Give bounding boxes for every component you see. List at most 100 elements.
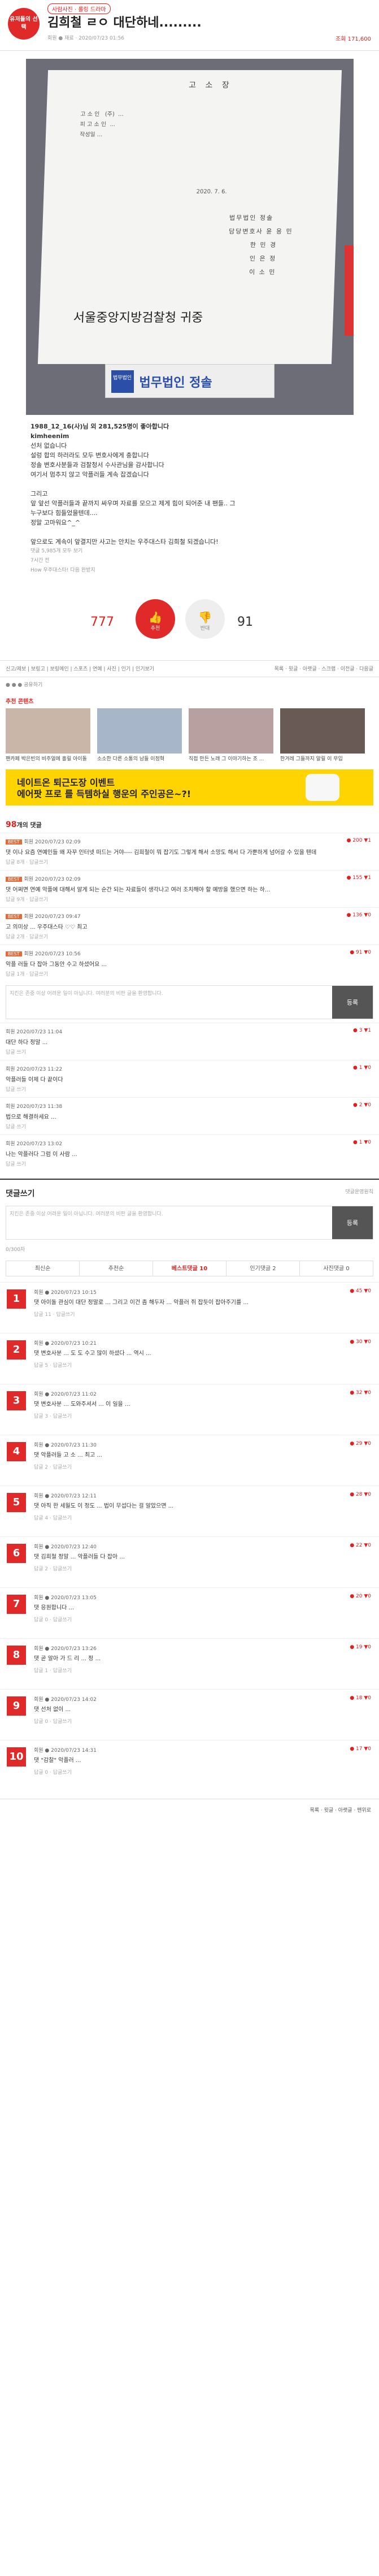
reply-link[interactable]: 답글 2 · 답글쓰기	[34, 1565, 373, 1572]
recommend-title: 추천 콘텐츠	[6, 699, 34, 705]
best-badge: BEST	[6, 951, 22, 956]
post-toolbar: 신고/제보 | 보링고 | 보링메인 | 스포츠 | 연예 | 사진 | 인기 …	[0, 660, 379, 677]
best-badge: BEST	[6, 839, 22, 845]
tab-photo[interactable]: 사진댓글 0	[300, 1261, 373, 1276]
author-name[interactable]: kimheenim	[31, 431, 348, 441]
recommend-caption: 팬카페 박은빈의 비주얼에 홀릴 아이돌	[6, 756, 87, 762]
comment-author: 회원 2020/07/23 10:56	[24, 951, 81, 957]
comments-title: 98개의 댓글	[0, 812, 379, 833]
comment-votes[interactable]: ● 45 ▼0	[350, 1288, 371, 1294]
reply-link[interactable]: 답글 5 · 답글쓰기	[34, 1361, 373, 1369]
doc-body: 고 소 인 (주) ... 피 고 소 인 ... 작성일 ...	[79, 111, 124, 138]
view-count: 조회 171,600	[336, 36, 371, 42]
write-rules-link[interactable]: 댓글운영원칙	[345, 1188, 373, 1195]
tab-popular[interactable]: 인기댓글 2	[226, 1261, 300, 1276]
comment-author: 회원 2020/07/23 09:47	[24, 914, 81, 920]
ranked-comment: 10 회원 ● 2020/07/23 14:31 댓 "감찰" 악플러 ... 답글 …	[0, 1740, 379, 1791]
comment-author: 회원 2020/07/23 02:09	[24, 877, 81, 882]
comment-votes[interactable]: ● 200 ▼1	[347, 838, 371, 843]
comment-author: 회원 ● 2020/07/23 11:02	[34, 1392, 97, 1397]
comment-text: 댓 응원합니다 ...	[34, 1605, 75, 1611]
recommend-item[interactable]: 소소한 다른 소통의 남들 이정혁	[97, 708, 182, 763]
reply-link[interactable]: 답글 쓰기	[6, 1085, 373, 1093]
red-binder	[344, 245, 354, 336]
comment-text: 대단 하다 정말 ...	[6, 1040, 48, 1046]
rank-number: 4	[7, 1442, 26, 1461]
comment-votes[interactable]: ● 155 ▼1	[347, 875, 371, 881]
comment-text: 댓 악플러들 고 소 ... 최고 ...	[34, 1452, 102, 1458]
ranked-comment: 3 회원 ● 2020/07/23 11:02 댓 변호사분 ... 도와주셔서 .…	[0, 1384, 379, 1435]
recommend-caption: 한겨레 그들까지 알릴 이 무입	[280, 756, 343, 762]
reply-link[interactable]: 답글 4 · 답글쓰기	[34, 1514, 373, 1521]
toolbar-left[interactable]: 신고/제보 | 보링고 | 보링메인 | 스포츠 | 연예 | 사진 | 인기 …	[6, 661, 154, 677]
comment-submit-button[interactable]: 등록	[332, 1206, 373, 1239]
reply-link[interactable]: 답글 0 · 답글쓰기	[34, 1768, 373, 1776]
comment-votes[interactable]: ● 28 ▼0	[350, 1492, 371, 1497]
upvote-label: 추천	[150, 626, 160, 631]
comment-votes[interactable]: ● 18 ▼0	[350, 1695, 371, 1701]
comment-votes[interactable]: ● 17 ▼0	[350, 1746, 371, 1752]
comment-votes[interactable]: ● 1 ▼0	[353, 1065, 371, 1071]
body-para	[31, 527, 348, 537]
reply-link[interactable]: 답글 11 · 답글쓰기	[34, 1310, 373, 1318]
post-photo: 고 소 장 고 소 인 (주) ... 피 고 소 인 ... 작성일 ... …	[25, 59, 354, 415]
comment-votes[interactable]: ● 22 ▼0	[350, 1543, 371, 1548]
comment-votes[interactable]: ● 30 ▼0	[350, 1339, 371, 1345]
comment-author: 회원 ● 2020/07/23 10:21	[34, 1341, 97, 1347]
recommend-item[interactable]: 한겨레 그들까지 알릴 이 무입	[280, 708, 365, 763]
ranked-comment: 7 회원 ● 2020/07/23 13:05 댓 응원합니다 ... 답글 0 · …	[0, 1587, 379, 1638]
more-comments-link[interactable]: 댓글 5,985개 모두 보기	[31, 547, 348, 556]
reply-link[interactable]: 답글 쓰기	[6, 1123, 373, 1130]
comment-votes[interactable]: ● 32 ▼0	[350, 1390, 371, 1396]
body-para: 여기서 멈추지 않고 악플러들 계속 잡겠습니다	[31, 471, 149, 478]
post-time: 7시간 전	[31, 558, 50, 564]
recommend-item[interactable]: 팬카페 박은빈의 비주얼에 홀릴 아이돌	[6, 708, 90, 763]
reply-link[interactable]: 답글 쓰기	[6, 1048, 373, 1055]
reply-link[interactable]: 답글 0 · 답글쓰기	[34, 1717, 373, 1725]
airpods-image	[306, 774, 339, 801]
comment-textarea[interactable]: 지킨은 존중 이상 어려운 일이 아닙니다. 여러분의 비판 글을 환영합니다.	[6, 1206, 332, 1239]
comment-votes[interactable]: ● 20 ▼0	[350, 1594, 371, 1599]
comment-text: 댓 어쩌면 연예 악플에 대해서 알게 되는 순간 되는 자료들이 생각나고 여…	[6, 887, 271, 893]
char-count: 0/300자	[6, 1247, 25, 1253]
recommend-list: 팬카페 박은빈의 비주얼에 홀릴 아이돌 소소한 다른 소통의 남들 이정혁 직…	[0, 708, 379, 763]
ranked-comment: 2 회원 ● 2020/07/23 10:21 댓 변호사분 ... 도 도 수고 …	[0, 1333, 379, 1384]
reply-link[interactable]: 답글 1개 · 답글쓰기	[6, 970, 373, 977]
comment-votes[interactable]: ● 136 ▼0	[347, 912, 371, 918]
comment-votes[interactable]: ● 29 ▼0	[350, 1441, 371, 1447]
share-label[interactable]: 공유하기	[24, 682, 42, 688]
reply-link[interactable]: 답글 쓰기	[6, 1160, 373, 1167]
comment-tabs: 최신순 추천순 베스트댓글 10 인기댓글 2 사진댓글 0	[6, 1261, 373, 1276]
reply-link[interactable]: 답글 9개 · 답글쓰기	[6, 895, 373, 903]
comment-votes[interactable]: ● 19 ▼0	[350, 1644, 371, 1650]
rank-number: 8	[7, 1646, 26, 1665]
reply-link[interactable]: 답글 0 · 답글쓰기	[34, 1616, 373, 1623]
comment-votes[interactable]: ● 3 ▼1	[353, 1028, 371, 1033]
reply-submit-button[interactable]: 등록	[332, 986, 373, 1019]
tab-best[interactable]: 베스트댓글 10	[153, 1261, 226, 1276]
downvote-button[interactable]: 👎 반대	[185, 599, 225, 639]
recommend-thumb	[189, 708, 273, 754]
ad-banner[interactable]: 네이트온 퇴근도장 이벤트 에어팟 프로 를 득템하실 행운의 주인공은~?!	[6, 769, 373, 806]
page-title: 김희철 ㄹㅇ 대단하네.........	[47, 16, 202, 30]
reply-link[interactable]: 답글 1 · 답글쓰기	[34, 1666, 373, 1674]
upvote-button[interactable]: 👍 추천	[136, 599, 175, 639]
reply-link[interactable]: 답글 2개 · 답글쓰기	[6, 933, 373, 940]
comment-author: 회원 2020/07/23 02:09	[24, 839, 81, 845]
footer-nav[interactable]: 목록 · 윗글 · 아랫글 · 맨위로	[0, 1799, 379, 1821]
recommend-item[interactable]: 직접 만든 노래 그 이야기하는 조 ...	[189, 708, 273, 763]
reply-link[interactable]: 답글 8개 · 답글쓰기	[6, 858, 373, 865]
upvote-count: 777	[90, 615, 114, 629]
comment-votes[interactable]: ● 91 ▼0	[350, 950, 371, 955]
comment-votes[interactable]: ● 1 ▼0	[353, 1140, 371, 1145]
share-icon[interactable]: ● ● ●	[6, 682, 22, 688]
tab-latest[interactable]: 최신순	[6, 1261, 80, 1276]
comment-item: 회원 2020/07/23 13:02 나는 악플러다 그럼 이 사람 ... 답글…	[0, 1135, 379, 1172]
comment-author: 회원 2020/07/23 11:04	[6, 1029, 63, 1035]
comment-votes[interactable]: ● 2 ▼0	[353, 1102, 371, 1108]
reply-link[interactable]: 답글 2 · 답글쓰기	[34, 1463, 373, 1470]
toolbar-right[interactable]: 목록 · 윗글 · 아랫글 · 스크랩 · 이전글 · 다음글	[275, 661, 373, 677]
tab-recommended[interactable]: 추천순	[80, 1261, 153, 1276]
reply-link[interactable]: 답글 3 · 답글쓰기	[34, 1412, 373, 1419]
reply-textarea[interactable]: 지킨은 존중 이상 어려운 일이 아닙니다. 여러분의 비판 글을 환영합니다.	[6, 986, 332, 1019]
